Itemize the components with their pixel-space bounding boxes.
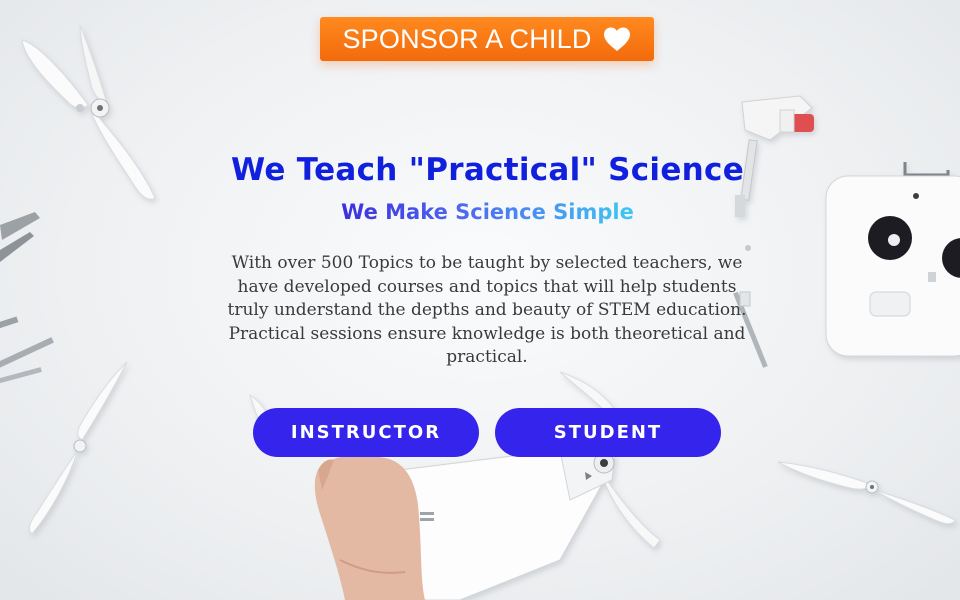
student-button[interactable]: STUDENT	[495, 408, 721, 457]
heart-icon	[602, 26, 632, 52]
instructor-button[interactable]: INSTRUCTOR	[253, 408, 479, 457]
sponsor-a-child-button[interactable]: SPONSOR A CHILD	[320, 17, 654, 61]
hero-description: With over 500 Topics to be taught by sel…	[227, 253, 747, 367]
propeller-left	[28, 361, 128, 535]
sponsor-button-label: SPONSOR A CHILD	[342, 23, 592, 54]
drone-body	[249, 371, 661, 600]
hero-title: We Teach "Practical" Science	[230, 152, 745, 188]
hero-subtitle-wrapper: We Make Science Simple	[0, 200, 960, 224]
hand	[314, 455, 425, 600]
propeller-right	[777, 461, 956, 525]
hero-subtitle: We Make Science Simple	[341, 200, 634, 224]
tools-left	[0, 212, 54, 386]
remote-controller	[825, 162, 960, 357]
